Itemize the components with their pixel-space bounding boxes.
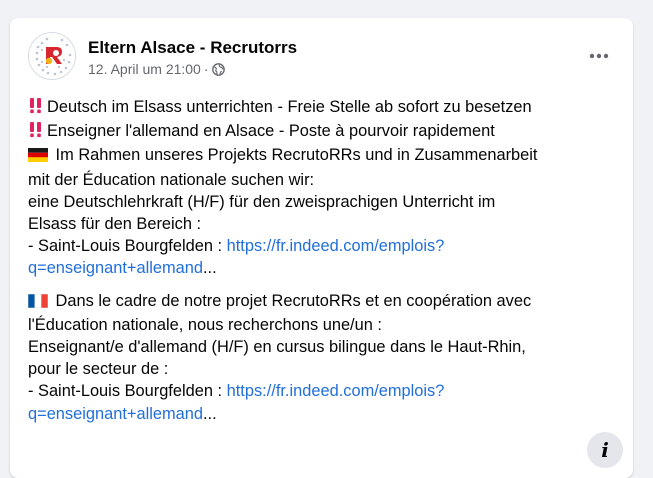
text-line: Enseigner l'allemand en Alsace - Poste à… xyxy=(28,120,618,144)
indeed-link-fr[interactable]: https://fr.indeed.com/emplois? xyxy=(227,382,445,400)
info-button[interactable]: i xyxy=(587,432,623,468)
indeed-link-fr-continued[interactable]: q=enseignant+allemand xyxy=(28,405,203,423)
double-exclamation-icon xyxy=(28,97,44,120)
avatar-logo-icon xyxy=(30,34,74,78)
indeed-link-de[interactable]: https://fr.indeed.com/emplois? xyxy=(227,237,445,255)
post-line-fr-title: Enseigner l'allemand en Alsace - Poste à… xyxy=(47,122,495,141)
post-line: Im Rahmen unseres Projekts RecrutoRRs un… xyxy=(51,146,538,165)
text-line: mit der Éducation nationale suchen wir: xyxy=(28,170,315,189)
avatar[interactable] xyxy=(28,32,76,80)
more-options-icon xyxy=(589,53,609,59)
text-line: Dans le cadre de notre projet RecrutoRRs… xyxy=(27,290,618,314)
more-options-button[interactable] xyxy=(583,40,615,72)
post-meta: 12. April um 21:00 · xyxy=(88,61,225,79)
text-line: q=enseignant+allemand... xyxy=(28,257,618,279)
text-line: q=enseignant+allemand... xyxy=(28,403,618,425)
location-text: - Saint-Louis Bourgfelden : xyxy=(28,382,227,401)
text-line: - Saint-Louis Bourgfelden : https://fr.i… xyxy=(28,380,618,402)
post-header: Eltern Alsace - Recrutorrs 12. April um … xyxy=(28,32,621,86)
post-author-name[interactable]: Eltern Alsace - Recrutorrs xyxy=(88,38,297,58)
text-line: Enseignant/e d'allemand (H/F) en cursus … xyxy=(28,338,526,357)
double-exclamation-icon xyxy=(28,121,44,144)
post-timestamp[interactable]: 12. April um 21:00 xyxy=(88,61,201,77)
text-line: eine Deutschlehrkraft (H/F) für den zwei… xyxy=(28,192,496,211)
ellipsis: ... xyxy=(202,404,217,423)
meta-separator: · xyxy=(203,61,209,77)
ellipsis: ... xyxy=(202,259,217,278)
flag-france-icon xyxy=(27,292,49,314)
text-line: l'Éducation nationale, nous recherchons … xyxy=(28,315,382,334)
text-line: pour le secteur de : xyxy=(28,360,169,379)
text-line: Deutsch im Elsass unterrichten - Freie S… xyxy=(28,96,618,120)
flag-germany-icon xyxy=(28,146,48,168)
post-line-de-title: Deutsch im Elsass unterrichten - Freie S… xyxy=(47,98,532,116)
globe-icon[interactable] xyxy=(211,63,225,79)
post-card: Eltern Alsace - Recrutorrs 12. April um … xyxy=(10,18,633,478)
info-icon: i xyxy=(601,438,609,462)
indeed-link-de-continued[interactable]: q=enseignant+allemand xyxy=(28,259,203,277)
text-line: Elsass für den Bereich : xyxy=(28,215,202,234)
location-text: - Saint-Louis Bourgfelden : xyxy=(28,237,227,256)
post-line: Dans le cadre de notre projet RecrutoRRs… xyxy=(51,291,532,310)
post-text: Deutsch im Elsass unterrichten - Freie S… xyxy=(27,96,618,425)
text-line: Im Rahmen unseres Projekts RecrutoRRs un… xyxy=(28,144,618,168)
text-line: - Saint-Louis Bourgfelden : https://fr.i… xyxy=(28,235,618,257)
